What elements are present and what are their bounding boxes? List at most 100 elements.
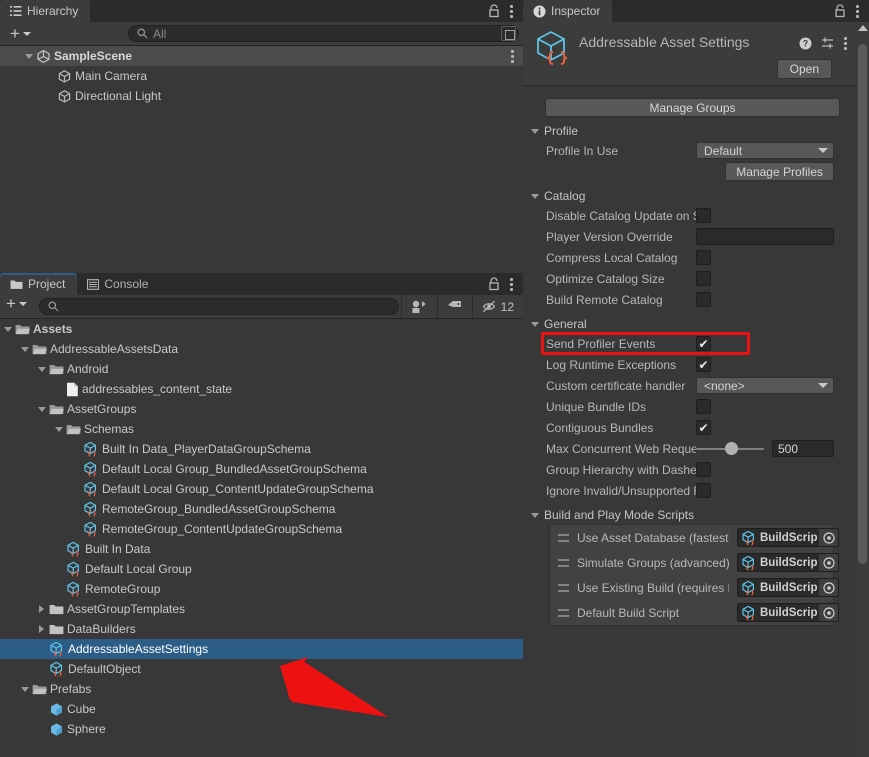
tab-console[interactable]: Console xyxy=(77,273,161,295)
inspector-scrollbar[interactable] xyxy=(856,22,869,757)
tree-row[interactable]: Default Local Group_ContentUpdateGroupSc… xyxy=(0,479,523,499)
hierarchy-menu-icon[interactable] xyxy=(510,4,514,18)
lock-icon[interactable] xyxy=(834,4,846,18)
tab-hierarchy[interactable]: Hierarchy xyxy=(0,0,91,22)
twisty-collapsed-icon[interactable] xyxy=(34,605,49,613)
manage-profiles-button[interactable]: Manage Profiles xyxy=(725,162,834,181)
tree-row[interactable]: SampleScene xyxy=(0,46,523,66)
tree-row[interactable]: RemoteGroup_BundledAssetGroupSchema xyxy=(0,499,523,519)
project-search-input[interactable] xyxy=(38,298,399,315)
section-foldout[interactable]: General xyxy=(531,317,856,331)
search-expand-icon[interactable] xyxy=(501,26,516,41)
inspector-menu-icon[interactable] xyxy=(856,4,860,18)
manage-groups-button[interactable]: Manage Groups xyxy=(545,98,840,117)
section-foldout[interactable]: Catalog xyxy=(531,189,856,203)
object-picker-icon[interactable] xyxy=(819,529,838,546)
build-script-row[interactable]: Default Build Script BuildScript xyxy=(550,600,839,625)
slider-knob[interactable] xyxy=(724,442,738,455)
dropdown[interactable]: <none> xyxy=(696,377,834,394)
tree-row[interactable]: Prefabs xyxy=(0,679,523,699)
scene-menu-icon[interactable] xyxy=(511,49,515,63)
twisty-expanded-icon[interactable] xyxy=(17,686,32,692)
twisty-expanded-icon[interactable] xyxy=(0,326,15,332)
twisty-expanded-icon[interactable] xyxy=(17,346,32,352)
number-input[interactable]: 500 xyxy=(772,440,834,457)
tree-row[interactable]: Built In Data xyxy=(0,539,523,559)
object-field[interactable]: BuildScript xyxy=(737,553,839,572)
checkbox[interactable]: ✔ xyxy=(696,336,711,351)
checkbox[interactable] xyxy=(696,462,711,477)
text-input[interactable] xyxy=(696,228,834,245)
tree-row[interactable]: RemoteGroup_ContentUpdateGroupSchema xyxy=(0,519,523,539)
help-icon[interactable]: ? xyxy=(799,37,812,50)
checkbox[interactable] xyxy=(696,250,711,265)
scrollbar-thumb[interactable] xyxy=(858,44,867,564)
drag-handle-icon[interactable] xyxy=(558,558,569,567)
tree-row[interactable]: Android xyxy=(0,359,523,379)
scroll-up-icon[interactable] xyxy=(857,25,868,31)
filter-by-type-button[interactable] xyxy=(400,295,437,318)
lock-icon[interactable] xyxy=(488,277,500,291)
checkbox[interactable] xyxy=(696,292,711,307)
twisty-expanded-icon[interactable] xyxy=(34,406,49,412)
tab-project[interactable]: Project xyxy=(0,273,78,295)
tab-inspector[interactable]: Inspector xyxy=(523,0,613,22)
checkbox[interactable]: ✔ xyxy=(696,420,711,435)
tree-row[interactable]: Built In Data_PlayerDataGroupSchema xyxy=(0,439,523,459)
twisty-collapsed-icon[interactable] xyxy=(34,625,49,633)
object-picker-icon[interactable] xyxy=(819,579,838,596)
object-field[interactable]: BuildScript xyxy=(737,528,839,547)
tree-row[interactable]: AssetGroupTemplates xyxy=(0,599,523,619)
drag-handle-icon[interactable] xyxy=(558,583,569,592)
tree-row[interactable]: Default Local Group xyxy=(0,559,523,579)
checkbox[interactable] xyxy=(696,399,711,414)
tree-row[interactable]: addressables_content_state xyxy=(0,379,523,399)
object-field[interactable]: BuildScript xyxy=(737,578,839,597)
folder-open-icon xyxy=(49,363,64,376)
drag-handle-icon[interactable] xyxy=(558,608,569,617)
tree-row[interactable]: DataBuilders xyxy=(0,619,523,639)
build-script-row[interactable]: Use Asset Database (fastest) BuildScript xyxy=(550,525,839,550)
hierarchy-search-input[interactable]: All xyxy=(127,25,519,42)
twisty-expanded-icon[interactable] xyxy=(51,426,66,432)
create-gameobject-button[interactable]: + xyxy=(6,25,35,43)
tree-row-selected[interactable]: AddressableAssetSettings xyxy=(0,639,523,659)
tree-row[interactable]: AssetGroups xyxy=(0,399,523,419)
create-asset-button[interactable]: + xyxy=(0,295,31,313)
lock-icon[interactable] xyxy=(488,4,500,18)
tree-row[interactable]: Directional Light xyxy=(0,86,523,106)
object-picker-icon[interactable] xyxy=(819,604,838,621)
checkbox[interactable] xyxy=(696,483,711,498)
build-script-row[interactable]: Use Existing Build (requires bu BuildScri… xyxy=(550,575,839,600)
tree-row[interactable]: Default Local Group_BundledAssetGroupSch… xyxy=(0,459,523,479)
build-script-row[interactable]: Simulate Groups (advanced) BuildScript xyxy=(550,550,839,575)
object-field[interactable]: BuildScript xyxy=(737,603,839,622)
tree-row[interactable]: Assets xyxy=(0,319,523,339)
tree-row[interactable]: DefaultObject xyxy=(0,659,523,679)
tree-row[interactable]: RemoteGroup xyxy=(0,579,523,599)
checkbox[interactable]: ✔ xyxy=(696,357,711,372)
tree-row[interactable]: Schemas xyxy=(0,419,523,439)
folder-open-icon xyxy=(66,423,81,436)
slider[interactable] xyxy=(696,441,764,456)
checkbox[interactable] xyxy=(696,208,711,223)
section-foldout[interactable]: Profile xyxy=(531,124,856,138)
twisty-expanded-icon[interactable] xyxy=(34,366,49,372)
object-picker-icon[interactable] xyxy=(819,554,838,571)
tree-row[interactable]: Cube xyxy=(0,699,523,719)
scriptable-object-icon xyxy=(83,441,99,457)
preset-icon[interactable] xyxy=(821,37,835,50)
tree-row[interactable]: Sphere xyxy=(0,719,523,739)
asset-options-icon[interactable] xyxy=(844,36,848,50)
twisty-expanded-icon[interactable] xyxy=(21,53,36,59)
tree-row[interactable]: AddressableAssetsData xyxy=(0,339,523,359)
project-menu-icon[interactable] xyxy=(510,277,514,291)
filter-by-label-button[interactable] xyxy=(436,295,472,318)
checkbox[interactable] xyxy=(696,271,711,286)
dropdown[interactable]: Default xyxy=(696,142,834,159)
section-foldout[interactable]: Build and Play Mode Scripts xyxy=(531,508,856,522)
drag-handle-icon[interactable] xyxy=(558,533,569,542)
open-button[interactable]: Open xyxy=(776,59,832,79)
tree-row[interactable]: Main Camera xyxy=(0,66,523,86)
hidden-packages-button[interactable]: 12 xyxy=(471,295,523,318)
